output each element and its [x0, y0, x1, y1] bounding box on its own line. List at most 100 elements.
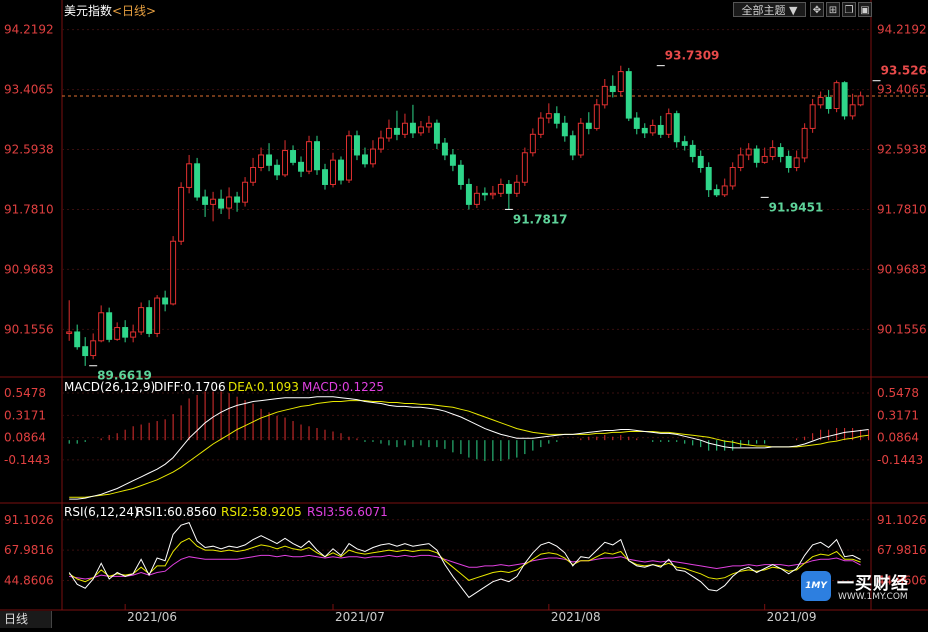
- rsi-legend-item: RSI2:58.9205: [221, 505, 302, 519]
- candle: [338, 156, 344, 185]
- macd-tick-label-left: 0.5478: [4, 386, 46, 400]
- candle-body: [505, 183, 512, 194]
- candle-body: [761, 155, 768, 163]
- theme-selector[interactable]: 全部主题 ▼: [733, 2, 806, 17]
- price-tick-label-right: 90.1556: [877, 322, 927, 336]
- watermark-url: WWW.1MY.COM: [838, 592, 908, 602]
- x-tick-label: 2021/08: [551, 610, 601, 624]
- fullscreen-icon[interactable]: ▣: [858, 2, 872, 17]
- candle: [577, 118, 584, 158]
- rsi-tick-label-left: 91.1026: [4, 513, 54, 527]
- macd-tick-label-right: 0.0864: [877, 431, 919, 445]
- candle-body: [122, 327, 129, 338]
- candle-body: [146, 307, 153, 334]
- move-icon[interactable]: ✥: [810, 2, 824, 17]
- candle-body: [369, 148, 376, 165]
- annotation-label: 91.9451: [769, 200, 824, 214]
- candle-body: [425, 122, 432, 128]
- candle-body: [729, 167, 736, 187]
- candle-body: [338, 159, 344, 181]
- candle-body: [737, 154, 744, 168]
- candle-body: [202, 196, 209, 205]
- price-tick-label-left: 93.4065: [4, 83, 54, 97]
- candle-body: [513, 181, 520, 194]
- candle-body: [633, 117, 640, 129]
- chart-window: 94.2192 94.2192 93.4065 93.4065 92.5938 92.59…: [0, 0, 928, 628]
- candle-body: [665, 113, 672, 135]
- extreme-annotation: 91.9451: [760, 196, 824, 214]
- candle: [170, 236, 177, 306]
- rsi-tick-label-left: 67.9816: [4, 543, 54, 557]
- candle: [106, 307, 113, 343]
- rsi-legend-item: RSI1:60.8560: [136, 505, 217, 519]
- candle-body: [857, 95, 864, 106]
- macd-tick-label-right: 0.3171: [877, 408, 919, 422]
- candle-body: [705, 167, 712, 191]
- candle-body: [545, 113, 552, 119]
- chart-canvas: 94.2192 94.2192 93.4065 93.4065 92.5938 92.59…: [0, 0, 928, 628]
- restore-icon[interactable]: ❐: [842, 2, 856, 17]
- price-tick-label-left: 94.2192: [4, 23, 54, 37]
- candle-body: [777, 147, 784, 157]
- chart-title: 美元指数: [64, 3, 112, 18]
- candle-body: [250, 167, 257, 183]
- candle-body: [306, 141, 312, 172]
- candle-body: [282, 150, 289, 176]
- candle-body: [657, 124, 664, 135]
- candle-body: [625, 71, 632, 119]
- x-tick-label: 2021/07: [335, 610, 385, 624]
- candle-body: [825, 96, 832, 109]
- macd-tick-label-left: 0.0864: [4, 431, 46, 445]
- candle: [194, 157, 201, 201]
- watermark-logo: 1MY: [801, 571, 831, 601]
- candle-body: [409, 122, 416, 134]
- price-tick-label-right: 94.2192: [877, 23, 927, 37]
- candle-body: [194, 163, 201, 198]
- period-tab-daily[interactable]: 日线: [0, 611, 52, 628]
- candle-body: [330, 159, 336, 185]
- candle-body: [346, 135, 352, 181]
- candle-body: [449, 154, 456, 166]
- candle-body: [593, 104, 600, 129]
- candle-body: [849, 104, 856, 117]
- annotation-label: 93.5268: [881, 64, 928, 78]
- price-tick-label-right: 91.7810: [877, 202, 927, 216]
- candle-body: [242, 181, 249, 203]
- macd-legend-item: DEA:0.1093: [228, 380, 299, 394]
- candle-body: [401, 122, 408, 135]
- candle-body: [266, 154, 273, 166]
- candle-body: [298, 161, 305, 172]
- candle: [673, 110, 680, 148]
- candle-body: [130, 331, 137, 338]
- macd-tick-label-left: -0.1443: [4, 453, 50, 467]
- candle-body: [481, 192, 488, 196]
- candle-body: [641, 127, 648, 134]
- candle-body: [98, 312, 105, 342]
- candle-body: [681, 141, 688, 146]
- candle-body: [433, 122, 440, 144]
- candle-body: [809, 104, 816, 129]
- period-label: <日线>: [112, 4, 156, 18]
- candle-body: [833, 82, 840, 109]
- rsi-tick-label-right: 91.1026: [877, 513, 927, 527]
- watermark-name: 一买财经: [837, 574, 909, 594]
- candle: [154, 295, 161, 338]
- candle: [841, 81, 848, 120]
- candle-body: [138, 307, 145, 333]
- candle-body: [377, 137, 384, 150]
- candle-body: [290, 150, 297, 163]
- zoom-icon[interactable]: ⊞: [826, 2, 840, 17]
- candle-body: [234, 196, 241, 203]
- candle: [801, 123, 808, 163]
- rsi-legend: RSI(6,12,24)RSI1:60.8560 RSI2:58.9205 RSI3…: [64, 505, 388, 519]
- candle: [138, 302, 145, 335]
- candle-body: [186, 163, 193, 188]
- candle-body: [529, 133, 536, 154]
- candle-body: [82, 346, 89, 357]
- rsi-tick-label-right: 67.9816: [877, 543, 927, 557]
- candle-body: [154, 297, 161, 334]
- candle-body: [489, 192, 496, 196]
- candle: [625, 67, 632, 122]
- price-tick-label-left: 90.1556: [4, 322, 54, 336]
- candle-body: [90, 340, 97, 357]
